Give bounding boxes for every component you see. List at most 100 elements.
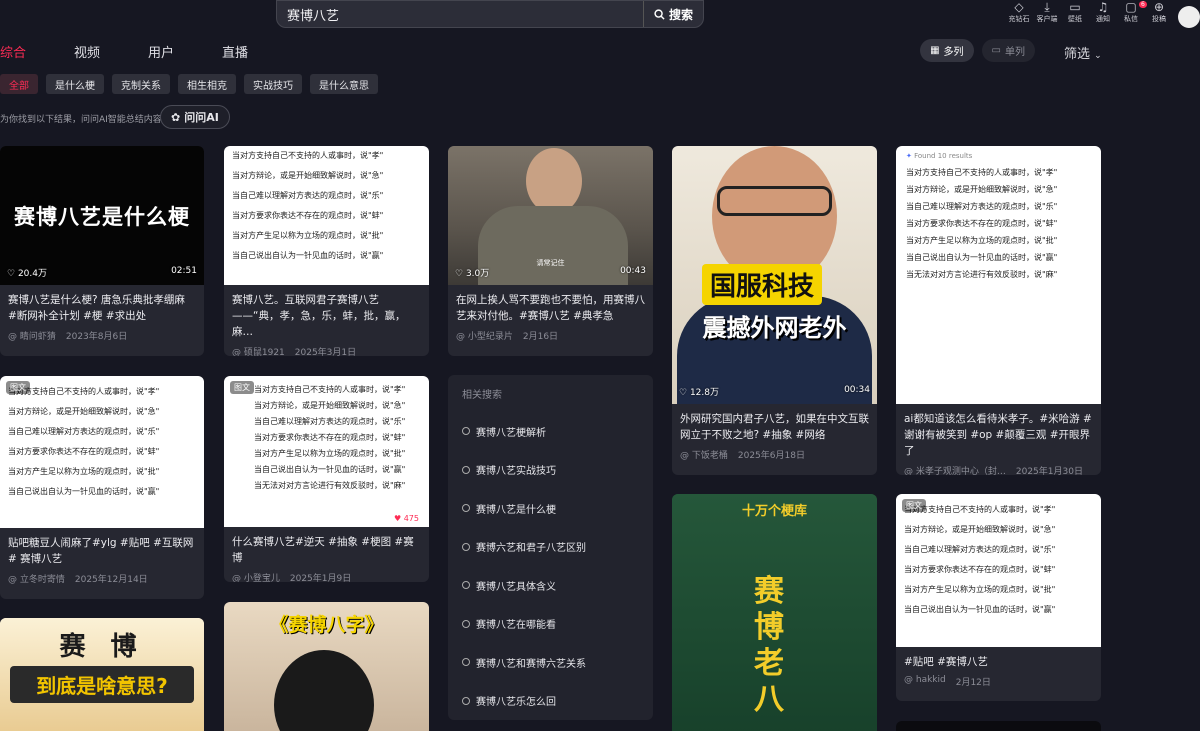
text-line: 当对方产生足以称为立场的观点时，说"批" — [254, 449, 406, 458]
text-line: 当对方辩论，或是开始细致解说时，说"急" — [232, 171, 384, 180]
author[interactable]: @ 立冬时寄情 — [8, 572, 65, 585]
related-item[interactable]: 赛博八艺是什么梗 — [448, 489, 653, 528]
author[interactable]: @ 小登宝儿 — [232, 571, 280, 582]
chip-meaning[interactable]: 是什么梗 — [46, 74, 104, 94]
post-thumbnail: 图文 当对方支持自己不支持的人或事时，说"孝" 当对方辩论，或是开始细致解说时，… — [0, 376, 204, 528]
text-line: 当对方支持自己不支持的人或事时，说"孝" — [906, 168, 1058, 177]
date: 2025年6月18日 — [737, 451, 805, 461]
search-input[interactable] — [277, 6, 643, 22]
tab-video[interactable]: 视频 — [74, 42, 100, 61]
image-post-card[interactable]: 图文 当对方支持自己不支持的人或事时，说"孝" 当对方辩论，或是开始细致解说时，… — [224, 376, 429, 582]
thumbnail-banner1: 国服科技 — [702, 264, 823, 305]
like-count: 3.0万 — [465, 269, 490, 279]
author[interactable]: @ 下饭老桶 — [680, 448, 728, 461]
date: 2025年12月14日 — [74, 575, 148, 585]
date: 2月16日 — [522, 332, 559, 342]
notification-button[interactable]: ♫ 通知 — [1092, 0, 1114, 28]
author[interactable]: @ 睛问虾猜 — [8, 329, 56, 342]
search-icon — [462, 581, 470, 590]
tab-user[interactable]: 用户 — [148, 42, 174, 61]
video-card[interactable] — [896, 721, 1101, 731]
text-line: 当对方产生足以称为立场的观点时，说"批" — [904, 585, 1056, 594]
video-thumbnail: 赛博八艺是什么梗 ♡ 20.4万 02:51 — [0, 146, 204, 285]
author[interactable]: @ 小型纪录片 — [456, 329, 513, 342]
author[interactable]: @ 米孝子观测中心（封… — [904, 464, 1006, 475]
text-line: 当对方产生足以称为立场的观点时，说"批" — [906, 236, 1058, 245]
upload-icon: ⊕ — [1153, 0, 1165, 14]
thumbnail-line1: 赛 博 — [59, 632, 145, 662]
date: 2025年3月1日 — [294, 348, 357, 356]
related-item[interactable]: 赛博八艺在哪能看 — [448, 605, 653, 644]
text-line: 当自己说出自认为一针见血的话时，说"赢" — [904, 605, 1056, 614]
post-title: 贴吧糖豆人闹麻了#ylg #贴吧 #互联网# 赛博八艺 — [8, 537, 194, 565]
upload-button[interactable]: ⊕ 投稿 — [1148, 0, 1170, 28]
related-item-label: 赛博八艺梗解析 — [476, 427, 546, 439]
video-card[interactable]: 请常记住 ♡ 3.0万 00:43 在网上挨人骂不要跑也不要怕，用赛博八艺来对付他… — [448, 146, 653, 356]
related-item-label: 赛博六艺和君子八艺区别 — [476, 543, 586, 555]
message-label: 私信 — [1124, 15, 1138, 23]
text-line: 当自己说出自认为一针见血的话时，说"赢" — [906, 253, 1058, 262]
author[interactable]: @ 硕鼠1921 — [232, 345, 285, 356]
author[interactable]: @ hakkid — [904, 675, 946, 688]
related-item[interactable]: 赛博八艺实战技巧 — [448, 451, 653, 490]
search-icon — [462, 542, 470, 551]
search-icon — [462, 504, 470, 513]
text-line: 当对方支持自己不支持的人或事时，说"孝" — [254, 385, 406, 394]
single-column-button[interactable]: ▭ 单列 — [981, 39, 1035, 62]
thumbnail-banner: 《赛博八字》 — [269, 614, 384, 636]
related-item[interactable]: 赛博八艺和赛博六艺关系 — [448, 643, 653, 682]
related-header: 相关搜索 — [462, 390, 502, 401]
message-button[interactable]: ▢ 6 私信 — [1120, 0, 1147, 28]
ask-ai-button[interactable]: ✿ 问问AI — [160, 105, 230, 129]
heart-icon: ♡ — [679, 388, 688, 398]
wallpaper-button[interactable]: ▭ 壁纸 — [1064, 0, 1086, 28]
text-line: 当自己难以理解对方表达的观点时，说"乐" — [232, 191, 384, 200]
thumbnail-line2: 到底是啥意思? — [10, 666, 194, 703]
ask-ai-label: 问问AI — [184, 111, 219, 124]
wallpaper-icon: ▭ — [1069, 0, 1081, 14]
post-thumbnail: 当对方支持自己不支持的人或事时，说"孝" 当对方辩论，或是开始细致解说时，说"急… — [224, 146, 429, 285]
video-card[interactable]: 赛博八艺是什么梗 ♡ 20.4万 02:51 赛博八艺是什么梗? 唐急乐典批孝绷麻… — [0, 146, 204, 356]
grid-icon: ▦ — [930, 45, 940, 56]
search-button[interactable]: 搜索 — [642, 1, 703, 27]
video-card[interactable]: 赛 博 到底是啥意思? — [0, 618, 204, 731]
video-card[interactable]: 国服科技 震撼外网老外 ♡ 12.8万 00:34 外网研究国内君子八艺，如果在中… — [672, 146, 877, 475]
text-line: 当对方要求你表达不存在的观点时，说"蚌" — [906, 219, 1058, 228]
image-post-card[interactable]: 图文 当对方支持自己不支持的人或事时，说"孝" 当对方辩论，或是开始细致解说时，… — [0, 376, 204, 599]
image-post-card[interactable]: 当对方支持自己不支持的人或事时，说"孝" 当对方辩论，或是开始细致解说时，说"急… — [224, 146, 429, 356]
tab-live[interactable]: 直播 — [222, 42, 248, 61]
thumbnail-logo: 十万个梗库 — [741, 504, 807, 519]
image-post-card[interactable]: ✦ Found 10 results 当对方支持自己不支持的人或事时，说"孝" … — [896, 146, 1101, 475]
related-item[interactable]: 赛博八艺乐怎么回 — [448, 682, 653, 721]
chip-what-means[interactable]: 是什么意思 — [310, 74, 378, 94]
chip-all[interactable]: 全部 — [0, 74, 38, 94]
related-item[interactable]: 赛博八艺梗解析 — [448, 412, 653, 451]
search-icon — [462, 619, 470, 628]
chip-tips[interactable]: 实战技巧 — [244, 74, 302, 94]
duration: 00:43 — [620, 266, 646, 276]
multi-column-label: 多列 — [943, 47, 964, 58]
post-thumbnail: 图文 当对方支持自己不支持的人或事时，说"孝" 当对方辩论，或是开始细致解说时，… — [896, 494, 1101, 647]
related-item[interactable]: 赛博八艺具体含义 — [448, 566, 653, 605]
search-icon — [462, 427, 470, 436]
text-line: 当对方辩论，或是开始细致解说时，说"急" — [254, 401, 406, 410]
search-bar[interactable]: 搜索 — [276, 0, 704, 28]
multi-column-button[interactable]: ▦ 多列 — [920, 39, 974, 62]
text-line: 当自己说出自认为一针见血的话时，说"赢" — [8, 487, 160, 496]
chip-mutual[interactable]: 相生相克 — [178, 74, 236, 94]
post-title: ai都知道该怎么看待米孝子。#米哈游 #谢谢有被笑到 #op #颠覆三观 #开眼… — [904, 413, 1092, 457]
video-card[interactable]: 《赛博八字》 — [224, 602, 429, 731]
related-item[interactable]: 赛博六艺和君子八艺区别 — [448, 528, 653, 567]
tab-all[interactable]: 综合 — [0, 42, 26, 61]
filter-button[interactable]: 筛选 ⌄ — [1064, 43, 1102, 62]
diamond-button[interactable]: ◇ 充钻石 — [1008, 0, 1030, 28]
video-card[interactable]: 十万个梗库 赛博老八 — [672, 494, 877, 731]
date: 2025年1月30日 — [1015, 467, 1083, 475]
chip-counter[interactable]: 克制关系 — [112, 74, 170, 94]
download-label: 客户端 — [1036, 15, 1058, 23]
search-icon — [654, 8, 665, 20]
avatar[interactable] — [1178, 6, 1200, 28]
image-post-card[interactable]: 图文 当对方支持自己不支持的人或事时，说"孝" 当对方辩论，或是开始细致解说时，… — [896, 494, 1101, 701]
download-button[interactable]: ⤓ 客户端 — [1036, 0, 1058, 28]
text-line: 当对方要求你表达不存在的观点时，说"蚌" — [904, 565, 1056, 574]
